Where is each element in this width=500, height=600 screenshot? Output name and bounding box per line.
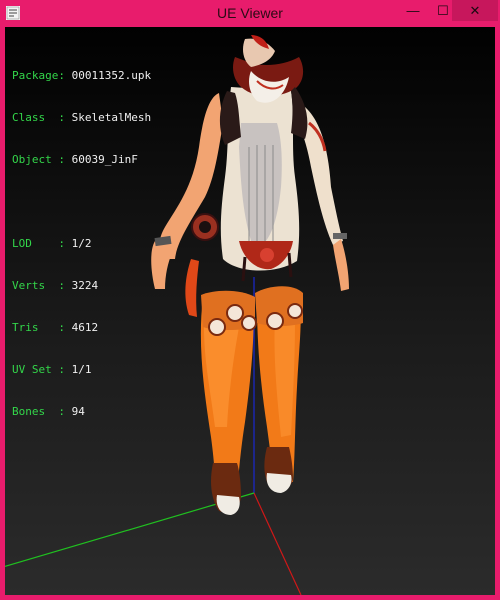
info-colon: : [58, 405, 72, 418]
info-row-package: Package: 00011352.upk [12, 69, 151, 83]
info-row-verts: Verts : 3224 [12, 279, 151, 293]
info-key-verts: Verts [12, 279, 59, 292]
minimize-button[interactable]: — [398, 0, 428, 21]
close-button[interactable]: ✕ [452, 0, 498, 21]
info-value-uvset: 1/1 [71, 363, 92, 376]
info-colon: : [58, 153, 72, 166]
info-colon: : [58, 363, 72, 376]
info-value-tris: 4612 [71, 321, 99, 334]
info-row-tris: Tris : 4612 [12, 321, 151, 335]
character-model [151, 35, 349, 515]
info-key-object: Object [12, 153, 59, 166]
info-value-package: 00011352.upk [71, 69, 152, 82]
info-key-lod: LOD [12, 237, 59, 250]
info-key-uvset: UV Set [12, 363, 59, 376]
minimize-icon: — [406, 3, 420, 18]
info-value-verts: 3224 [71, 279, 99, 292]
info-colon: : [58, 321, 72, 334]
info-row-object: Object : 60039_JinF [12, 153, 151, 167]
info-colon: : [58, 69, 72, 82]
info-value-class: SkeletalMesh [71, 111, 152, 124]
info-colon: : [58, 237, 72, 250]
info-value-object: 60039_JinF [71, 153, 138, 166]
close-icon: ✕ [469, 2, 481, 18]
info-row-class: Class : SkeletalMesh [12, 111, 151, 125]
info-key-package: Package [12, 69, 59, 82]
mesh-info-overlay: Package: 00011352.upk Class : SkeletalMe… [12, 41, 151, 447]
info-key-bones: Bones [12, 405, 59, 418]
info-row-lod: LOD : 1/2 [12, 237, 151, 251]
info-key-class: Class [12, 111, 59, 124]
info-value-bones: 94 [71, 405, 85, 418]
info-key-tris: Tris [12, 321, 59, 334]
info-value-lod: 1/2 [71, 237, 92, 250]
info-row-bones: Bones : 94 [12, 405, 151, 419]
title-bar[interactable]: UE Viewer — ☐ ✕ [0, 0, 500, 27]
info-row-uvset: UV Set : 1/1 [12, 363, 151, 377]
axis-x-line [253, 492, 302, 595]
info-colon: : [58, 279, 72, 292]
3d-viewport[interactable]: Package: 00011352.upk Class : SkeletalMe… [5, 27, 495, 595]
info-colon: : [58, 111, 72, 124]
maximize-icon: ☐ [437, 2, 449, 18]
app-window: UE Viewer — ☐ ✕ Package: 00011352.upk Cl… [0, 0, 500, 600]
